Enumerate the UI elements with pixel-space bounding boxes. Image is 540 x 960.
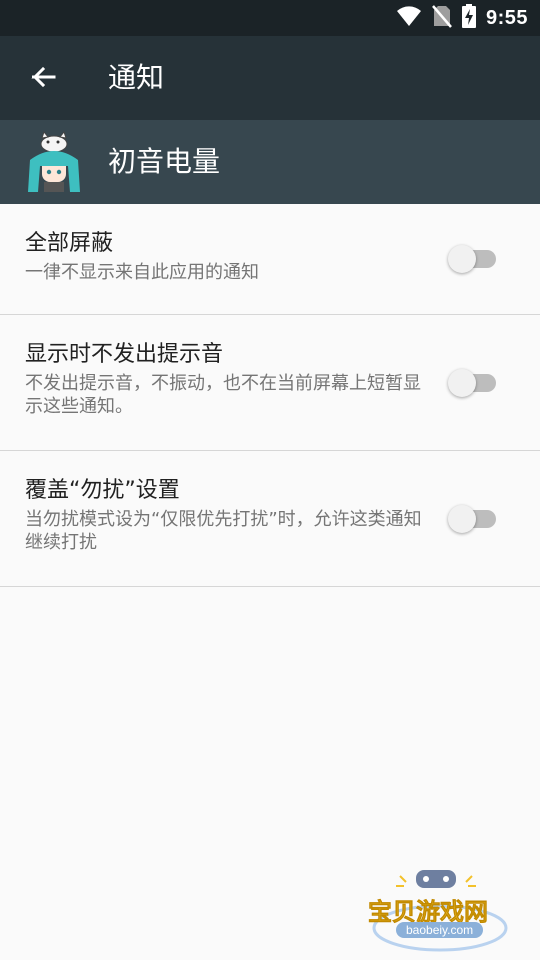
status-time: 9:55 bbox=[485, 6, 528, 29]
app-icon bbox=[22, 130, 86, 194]
setting-summary: 当勿扰模式设为“仅限优先打扰”时，允许这类通知继续打扰 bbox=[25, 509, 422, 553]
settings-list: 全部屏蔽 一律不显示来自此应用的通知 显示时不发出提示音 不发出提示音，不振动，… bbox=[0, 204, 540, 587]
status-bar: 9:55 bbox=[0, 0, 540, 36]
setting-summary: 不发出提示音，不振动，也不在当前屏幕上短暂显示这些通知。 bbox=[25, 373, 421, 417]
switch-thumb bbox=[448, 505, 476, 533]
setting-title: 全部屏蔽 bbox=[25, 231, 114, 256]
toolbar: 通知 bbox=[0, 36, 540, 120]
silent-switch[interactable] bbox=[448, 369, 500, 397]
app-name: 初音电量 bbox=[108, 145, 221, 178]
page-title: 通知 bbox=[108, 61, 165, 94]
setting-title: 显示时不发出提示音 bbox=[25, 342, 224, 367]
setting-silent[interactable]: 显示时不发出提示音 不发出提示音，不振动，也不在当前屏幕上短暂显示这些通知。 bbox=[0, 315, 540, 451]
setting-title: 覆盖“勿扰”设置 bbox=[25, 478, 180, 503]
app-header: 初音电量 bbox=[0, 120, 540, 204]
setting-block-all[interactable]: 全部屏蔽 一律不显示来自此应用的通知 bbox=[0, 204, 540, 315]
no-sim-icon bbox=[432, 4, 452, 32]
watermark: 宝贝游戏网 baobeiy.com bbox=[360, 866, 520, 956]
setting-summary: 一律不显示来自此应用的通知 bbox=[25, 262, 259, 283]
wifi-icon bbox=[396, 5, 422, 31]
block-all-switch[interactable] bbox=[448, 245, 500, 273]
battery-charging-icon bbox=[461, 4, 476, 32]
watermark-url: baobeiy.com bbox=[396, 922, 484, 938]
setting-override-dnd[interactable]: 覆盖“勿扰”设置 当勿扰模式设为“仅限优先打扰”时，允许这类通知继续打扰 bbox=[0, 451, 540, 587]
back-arrow-icon[interactable] bbox=[24, 60, 60, 96]
switch-thumb bbox=[448, 369, 476, 397]
switch-thumb bbox=[448, 245, 476, 273]
override-dnd-switch[interactable] bbox=[448, 505, 500, 533]
